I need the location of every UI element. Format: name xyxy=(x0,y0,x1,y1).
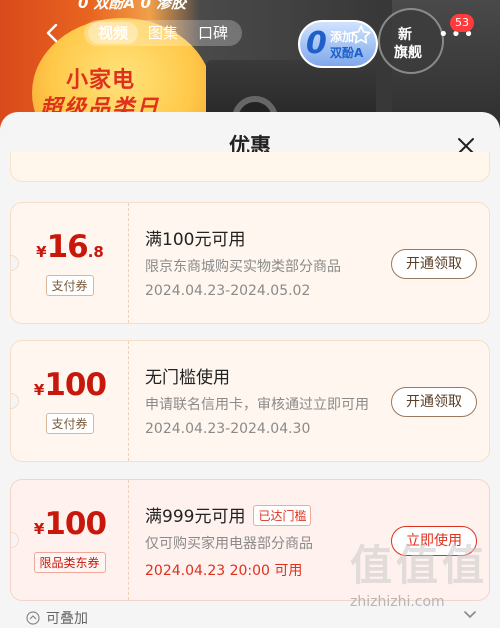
coupon-info: 满100元可用 限京东商城购买实物类部分商品 2024.04.23-2024.0… xyxy=(145,203,385,323)
watermark-glyphs: 值值值 xyxy=(350,541,489,590)
coupon-description: 申请联名信用卡，审核通过立即可用 xyxy=(145,397,369,413)
tab-gallery[interactable]: 图集 xyxy=(138,22,188,44)
currency-symbol: ¥ xyxy=(33,520,45,538)
media-tabs: 视频 图集 口碑 xyxy=(84,20,243,46)
shop-label-flagship: 旗舰 xyxy=(394,45,422,61)
claim-coupon-button[interactable]: 开通领取 xyxy=(391,387,477,417)
amount-value: 100 xyxy=(44,506,107,542)
stack-icon xyxy=(26,611,40,625)
flagship-store-button[interactable]: 新 旗舰 xyxy=(378,8,444,74)
stackable-note: 可叠加 xyxy=(26,608,88,628)
coupon-condition: 满100元可用 xyxy=(145,230,246,250)
coupon-amount: ¥100 xyxy=(11,367,129,403)
coupon-condition: 满999元可用 已达门槛 xyxy=(145,502,312,527)
coupon-validity: 2024.04.23-2024.05.02 xyxy=(145,283,311,299)
threshold-reached-badge: 已达门槛 xyxy=(253,505,312,526)
coupon-value-panel: ¥16.8 支付券 xyxy=(11,203,129,323)
tab-reviews[interactable]: 口碑 xyxy=(188,22,238,44)
coupon-type-tag: 支付券 xyxy=(45,413,94,434)
coupon-info: 满999元可用 已达门槛 仅可购买家用电器部分商品 2024.04.23 20:0… xyxy=(145,480,385,600)
watermark-url: zhizhizhi.com xyxy=(350,594,445,610)
message-count-badge: 53 xyxy=(450,14,474,32)
site-watermark: 值值值 zhizhizhi.com xyxy=(350,532,490,628)
coupon-type-tag: 支付券 xyxy=(45,275,94,296)
coupon-condition-text: 满999元可用 xyxy=(145,507,246,527)
coupon-value-panel: ¥100 限品类东券 xyxy=(11,480,129,600)
currency-symbol: ¥ xyxy=(33,381,45,399)
claim-coupon-button[interactable]: 开通领取 xyxy=(391,249,477,279)
coupon-card-partial xyxy=(10,152,490,182)
coupon-description: 仅可购买家用电器部分商品 xyxy=(145,536,313,552)
coupon-validity: 2024.04.23-2024.04.30 xyxy=(145,421,311,437)
coupon-card: ¥16.8 支付券 满100元可用 限京东商城购买实物类部分商品 2024.04… xyxy=(10,202,490,324)
coupon-validity: 2024.04.23 20:00 可用 xyxy=(145,563,303,579)
back-icon[interactable] xyxy=(42,22,64,44)
amount-value: 16 xyxy=(46,229,89,265)
badge-text-2: 双酚A xyxy=(330,46,364,60)
coupon-value-panel: ¥100 支付券 xyxy=(11,341,129,461)
badge-zero: 0 xyxy=(306,26,327,61)
amount-decimal: .8 xyxy=(87,243,104,261)
coupon-type-tag: 限品类东券 xyxy=(33,552,106,573)
coupon-amount: ¥100 xyxy=(11,506,129,542)
coupon-condition: 无门槛使用 xyxy=(145,368,230,388)
amount-value: 100 xyxy=(44,367,107,403)
stackable-label: 可叠加 xyxy=(46,611,88,627)
tab-video[interactable]: 视频 xyxy=(88,22,139,44)
favorite-star-icon[interactable] xyxy=(350,24,372,46)
coupon-info: 无门槛使用 申请联名信用卡，审核通过立即可用 2024.04.23-2024.0… xyxy=(145,341,385,461)
shop-label-new: 新 xyxy=(398,27,412,43)
coupon-card: ¥100 支付券 无门槛使用 申请联名信用卡，审核通过立即可用 2024.04.… xyxy=(10,340,490,462)
coupon-amount: ¥16.8 xyxy=(11,229,129,265)
promo-top-strip: 0 双酚A 0 渗胶 xyxy=(78,0,187,12)
currency-symbol: ¥ xyxy=(36,243,47,261)
coupon-description: 限京东商城购买实物类部分商品 xyxy=(145,259,341,275)
